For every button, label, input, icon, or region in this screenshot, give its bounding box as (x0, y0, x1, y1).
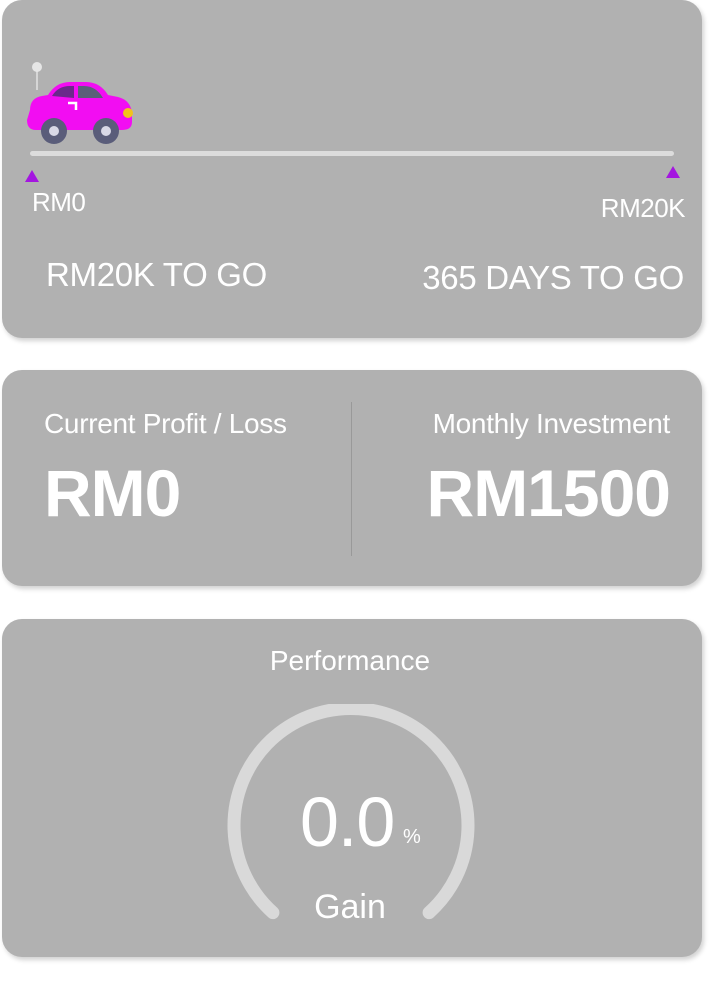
performance-title: Performance (269, 645, 431, 676)
monthly-investment-caption: Monthly Investment (432, 408, 671, 439)
performance-unit: % (403, 826, 421, 848)
amount-to-go: RM20K TO GO (46, 256, 268, 293)
start-marker-icon (25, 170, 39, 182)
car-icon (27, 62, 133, 144)
days-to-go: 365 DAYS TO GO (422, 259, 684, 296)
progress-track (30, 151, 674, 156)
goal-start-label: RM0 (32, 187, 86, 217)
monthly-investment-value: RM1500 (426, 456, 671, 530)
stats-divider (351, 402, 352, 556)
end-marker-icon (666, 166, 680, 178)
goal-end-label: RM20K (600, 193, 686, 223)
performance-value: 0.0 (300, 783, 395, 861)
performance-label: Gain (314, 888, 386, 926)
goal-progress-card: RM0 RM20K RM20K TO GO 365 DAYS TO GO (2, 0, 702, 338)
profit-loss-caption: Current Profit / Loss (44, 408, 287, 439)
profit-loss-value: RM0 (44, 456, 181, 530)
